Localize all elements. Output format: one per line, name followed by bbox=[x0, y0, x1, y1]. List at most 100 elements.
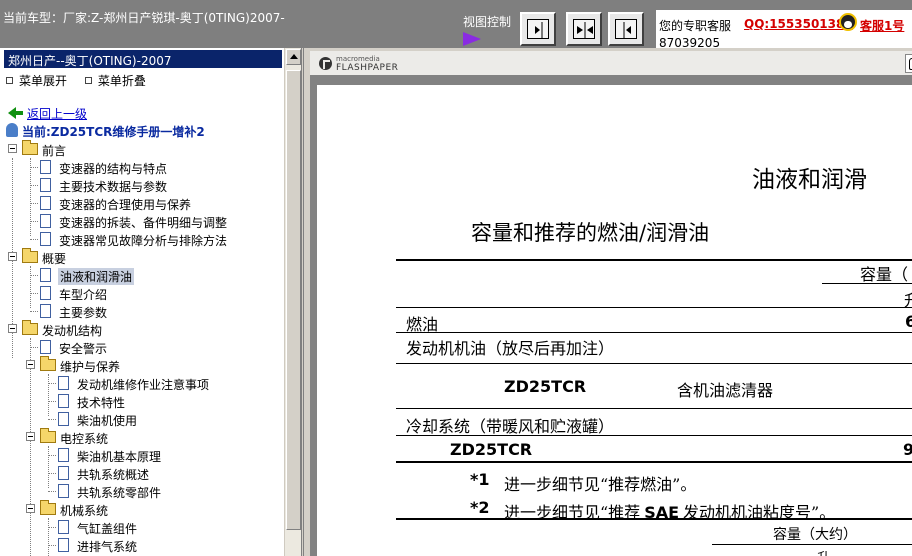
tree-item-label: 柴油机使用 bbox=[77, 414, 138, 428]
folder-icon bbox=[40, 428, 56, 443]
back-arrow-icon bbox=[8, 107, 23, 119]
folder-icon bbox=[22, 140, 38, 155]
page-icon bbox=[58, 412, 69, 426]
collapse-toggle-icon[interactable] bbox=[26, 504, 35, 513]
doc-heading: 油液和润滑 bbox=[752, 167, 867, 193]
tree-item[interactable]: 主要技术数据与参数 bbox=[0, 176, 284, 194]
row-oil-label: 发动机机油（放尽后再加注） bbox=[406, 339, 615, 358]
page-icon bbox=[40, 286, 51, 300]
expand-icon bbox=[6, 77, 13, 84]
collapse-toggle-icon[interactable] bbox=[26, 432, 35, 441]
tree-item-label: 维护与保养 bbox=[60, 360, 121, 374]
tree-item[interactable]: 主要参数 bbox=[0, 302, 284, 320]
macromedia-text: macromedia bbox=[336, 55, 380, 63]
folder-icon bbox=[22, 248, 38, 263]
page-icon bbox=[40, 340, 51, 354]
tree-item[interactable]: 共轨系统概述 bbox=[0, 464, 284, 482]
tree-item-label: 气缸盖组件 bbox=[77, 522, 138, 536]
page-icon bbox=[40, 160, 51, 174]
tree-item[interactable]: 发动机维修作业注意事项 bbox=[0, 374, 284, 392]
tree-item[interactable]: 车型介绍 bbox=[0, 284, 284, 302]
tree-item-label: 共轨系统零部件 bbox=[77, 486, 162, 500]
back-link[interactable]: 返回上一级 bbox=[27, 105, 87, 122]
collapse-toggle-icon[interactable] bbox=[8, 144, 17, 153]
collapse-toggle-icon[interactable] bbox=[8, 324, 17, 333]
customer-service-link[interactable]: 客服1号 bbox=[860, 17, 904, 34]
tree-item[interactable]: 变速器的合理使用与保养 bbox=[0, 194, 284, 212]
page-icon bbox=[40, 196, 51, 210]
table2-top-rule bbox=[396, 518, 912, 520]
collapse-icon bbox=[84, 77, 92, 84]
tree-item-label: 变速器的合理使用与保养 bbox=[59, 198, 192, 212]
narrow-sidebar-button[interactable] bbox=[520, 12, 556, 46]
expand-all-label: 菜单展开 bbox=[19, 74, 68, 88]
page-icon bbox=[58, 538, 69, 552]
tree-folder-overview[interactable]: 概要 bbox=[0, 248, 284, 266]
tree-folder-preface[interactable]: 前言 bbox=[0, 140, 284, 158]
note1-text: 进一步细节见“推荐燃油”。 bbox=[504, 475, 697, 494]
split-view-icon bbox=[573, 19, 595, 39]
tree-item[interactable]: 气缸盖组件 bbox=[0, 518, 284, 536]
widen-sidebar-button[interactable] bbox=[608, 12, 644, 46]
page-icon bbox=[58, 376, 69, 390]
sidebar-scrollbar[interactable] bbox=[284, 48, 301, 556]
collapse-toggle-icon[interactable] bbox=[26, 360, 35, 369]
page-icon bbox=[58, 466, 69, 480]
view-control-label: 视图控制 bbox=[463, 15, 512, 29]
tree-item-label: 共轨系统概述 bbox=[77, 468, 150, 482]
tree-folder-maintenance[interactable]: 维护与保养 bbox=[0, 356, 284, 374]
tree-item[interactable]: 变速器的拆装、备件明细与调整 bbox=[0, 212, 284, 230]
row-oil-model: ZD25TCR bbox=[504, 377, 587, 396]
page-icon bbox=[40, 214, 51, 228]
tree-folder-engine[interactable]: 发动机结构 bbox=[0, 320, 284, 338]
row-rule bbox=[396, 332, 912, 333]
tree-item-label: 技术特性 bbox=[77, 396, 126, 410]
note1-mark: *1 bbox=[470, 470, 490, 489]
qq-penguin-icon[interactable] bbox=[839, 13, 857, 31]
tree-item[interactable]: 共轨系统零部件 bbox=[0, 482, 284, 500]
tree-folder-mechanical[interactable]: 机械系统 bbox=[0, 500, 284, 518]
tree-item[interactable]: 进排气系统 bbox=[0, 536, 284, 554]
note2-mark: *2 bbox=[470, 498, 490, 517]
tree-item[interactable]: 柴油机基本原理 bbox=[0, 446, 284, 464]
folder-icon bbox=[40, 356, 56, 371]
tree-item-label: 前言 bbox=[42, 144, 67, 158]
tree-folder-ecu[interactable]: 电控系统 bbox=[0, 428, 284, 446]
tree-item[interactable]: 变速器常见故障分析与排除方法 bbox=[0, 230, 284, 248]
view-control-arrow-icon bbox=[463, 32, 481, 46]
table-bottom-rule bbox=[396, 461, 912, 463]
tree-item[interactable]: 技术特性 bbox=[0, 392, 284, 410]
collapse-toggle-icon[interactable] bbox=[8, 252, 17, 261]
tree-item-label: 进排气系统 bbox=[77, 540, 138, 554]
tree-item-label: 变速器常见故障分析与排除方法 bbox=[59, 234, 228, 248]
folder-icon bbox=[22, 320, 38, 335]
collapse-all-button[interactable]: 菜单折叠 bbox=[84, 74, 146, 88]
scroll-up-button[interactable] bbox=[286, 49, 301, 65]
tree-item-label: 变速器的结构与特点 bbox=[59, 162, 168, 176]
tree-item[interactable]: 变速器的结构与特点 bbox=[0, 158, 284, 176]
expand-all-button[interactable]: 菜单展开 bbox=[6, 74, 67, 88]
current-node-label: 当前:ZD25TCR维修手册一增补2 bbox=[22, 125, 205, 139]
widen-sidebar-icon bbox=[615, 19, 637, 39]
tree-item[interactable]: 柴油机使用 bbox=[0, 410, 284, 428]
menu-actions: 菜单展开 菜单折叠 bbox=[6, 72, 160, 89]
page-icon bbox=[40, 304, 51, 318]
current-vehicle-label: 当前车型：厂家:Z-郑州日产锐琪-奥丁(0TING)2007- bbox=[3, 11, 285, 25]
hand-tool-icon[interactable] bbox=[905, 54, 912, 73]
table2-unit: 升 bbox=[817, 547, 830, 556]
customer-service-panel: 您的专职客服 QQ:1553501388 客服1号 87039205 bbox=[656, 10, 912, 50]
split-view-button[interactable] bbox=[566, 12, 602, 46]
header-bottom-rule bbox=[396, 307, 912, 308]
row-rule bbox=[396, 435, 912, 436]
scroll-thumb[interactable] bbox=[286, 70, 301, 530]
tree-item[interactable]: 安全警示 bbox=[0, 338, 284, 356]
col-capacity: 容量（ bbox=[860, 265, 909, 284]
page-icon bbox=[40, 232, 51, 246]
qq-link[interactable]: QQ:1553501388 bbox=[744, 17, 853, 31]
tree-item-label: 概要 bbox=[42, 252, 67, 266]
page-icon bbox=[40, 178, 51, 192]
tree-item-label: 机械系统 bbox=[60, 504, 109, 518]
table2-head: 容量（大约） bbox=[773, 527, 857, 543]
tree-item-label: 发动机结构 bbox=[42, 324, 103, 338]
tree-item-selected[interactable]: 油液和润滑油 bbox=[0, 266, 284, 285]
